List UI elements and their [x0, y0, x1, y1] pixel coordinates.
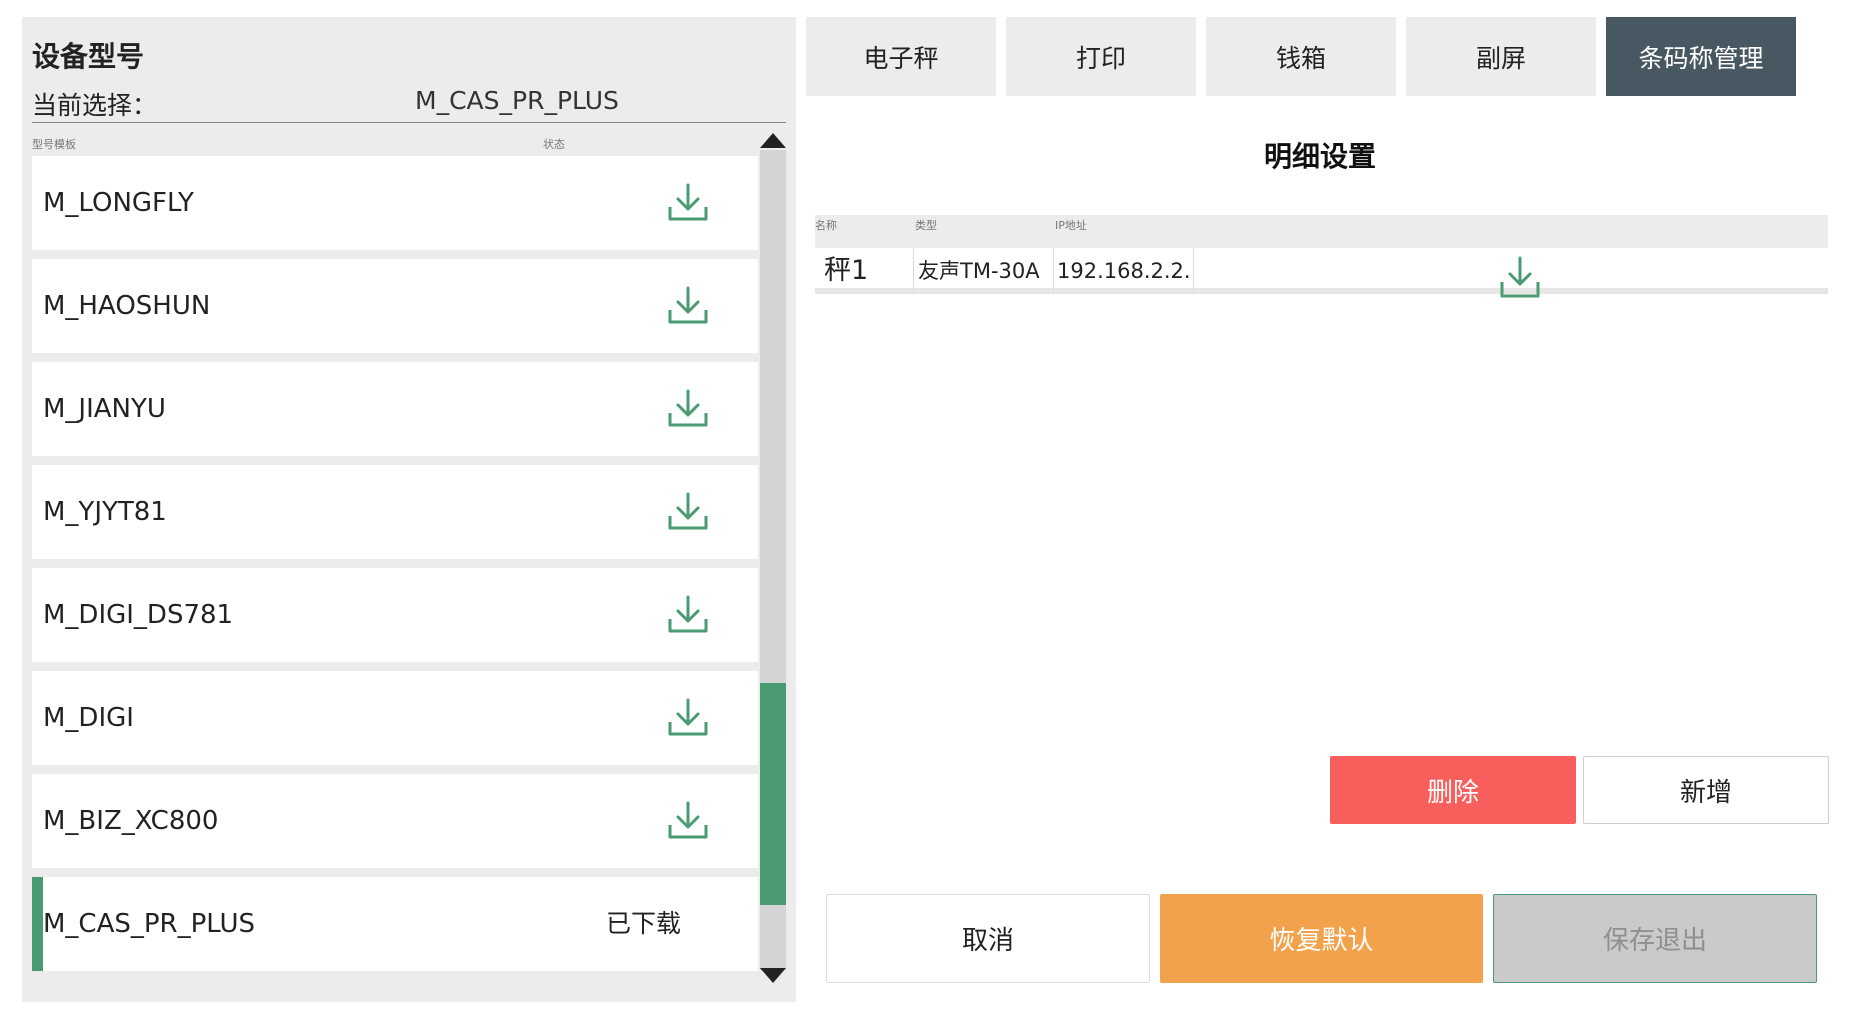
model-name: M_YJYT81	[43, 497, 167, 527]
delete-button[interactable]: 删除	[1330, 756, 1576, 824]
model-row[interactable]: M_LONGFLY	[32, 156, 758, 250]
selected-indicator	[32, 877, 43, 971]
tab-print[interactable]: 打印	[1006, 17, 1196, 96]
save-and-exit-button[interactable]: 保存退出	[1493, 894, 1817, 983]
download-icon[interactable]	[666, 181, 710, 225]
column-header-ip: IP地址	[1055, 219, 1087, 232]
column-header-name: 名称	[815, 219, 837, 232]
model-name: M_LONGFLY	[43, 188, 194, 218]
scale-name-cell: 秤1	[824, 255, 869, 286]
model-row-selected[interactable]: M_CAS_PR_PLUS 已下载	[32, 877, 758, 971]
download-icon[interactable]	[666, 696, 710, 740]
scroll-down-arrow-icon[interactable]	[759, 964, 787, 986]
detail-settings-title: 明细设置	[1263, 140, 1376, 173]
scrollbar-thumb[interactable]	[760, 683, 786, 905]
tab-cash-drawer[interactable]: 钱箱	[1206, 17, 1396, 96]
current-selection-label: 当前选择：	[32, 91, 158, 120]
download-icon[interactable]	[666, 284, 710, 328]
model-row[interactable]: M_JIANYU	[32, 362, 758, 456]
download-icon[interactable]	[666, 490, 710, 534]
scale-ip-cell: 192.168.2.2...	[1057, 259, 1192, 283]
model-name: M_CAS_PR_PLUS	[43, 909, 256, 939]
column-header-type: 类型	[915, 219, 937, 232]
download-icon[interactable]	[666, 593, 710, 637]
model-row[interactable]: M_DIGI	[32, 671, 758, 765]
model-name: M_DIGI	[43, 703, 134, 733]
scroll-up-arrow-icon[interactable]	[759, 130, 787, 150]
model-row[interactable]: M_DIGI_DS781	[32, 568, 758, 662]
cell-divider	[1053, 248, 1054, 294]
table-header	[815, 215, 1828, 248]
model-name: M_HAOSHUN	[43, 291, 211, 321]
add-button[interactable]: 新增	[1583, 756, 1829, 824]
model-row[interactable]: M_YJYT81	[32, 465, 758, 559]
model-row[interactable]: M_BIZ_XC800	[32, 774, 758, 868]
cell-divider	[1193, 248, 1194, 294]
tab-barcode-scale-management[interactable]: 条码称管理	[1606, 17, 1796, 96]
column-header-model: 型号模板	[32, 138, 76, 151]
model-name: M_JIANYU	[43, 394, 166, 424]
cell-divider	[913, 248, 914, 294]
download-status: 已下载	[606, 909, 682, 938]
model-row[interactable]: M_HAOSHUN	[32, 259, 758, 353]
tab-secondary-screen[interactable]: 副屏	[1406, 17, 1596, 96]
model-list: M_LONGFLY M_HAOSHUN M_JIANYU M_YJYT81 M_…	[32, 156, 758, 976]
download-icon[interactable]	[666, 387, 710, 431]
download-icon[interactable]	[1498, 254, 1542, 302]
restore-defaults-button[interactable]: 恢复默认	[1160, 894, 1483, 983]
tab-electronic-scale[interactable]: 电子秤	[806, 17, 996, 96]
panel-title: 设备型号	[32, 40, 145, 73]
model-name: M_DIGI_DS781	[43, 600, 234, 630]
download-icon[interactable]	[666, 799, 710, 843]
current-selection-value: M_CAS_PR_PLUS	[415, 86, 619, 115]
column-header-status: 状态	[543, 138, 565, 151]
scale-type-cell: 友声TM-30A	[918, 259, 1040, 283]
divider	[32, 122, 786, 123]
model-name: M_BIZ_XC800	[43, 806, 219, 836]
cancel-button[interactable]: 取消	[826, 894, 1150, 983]
